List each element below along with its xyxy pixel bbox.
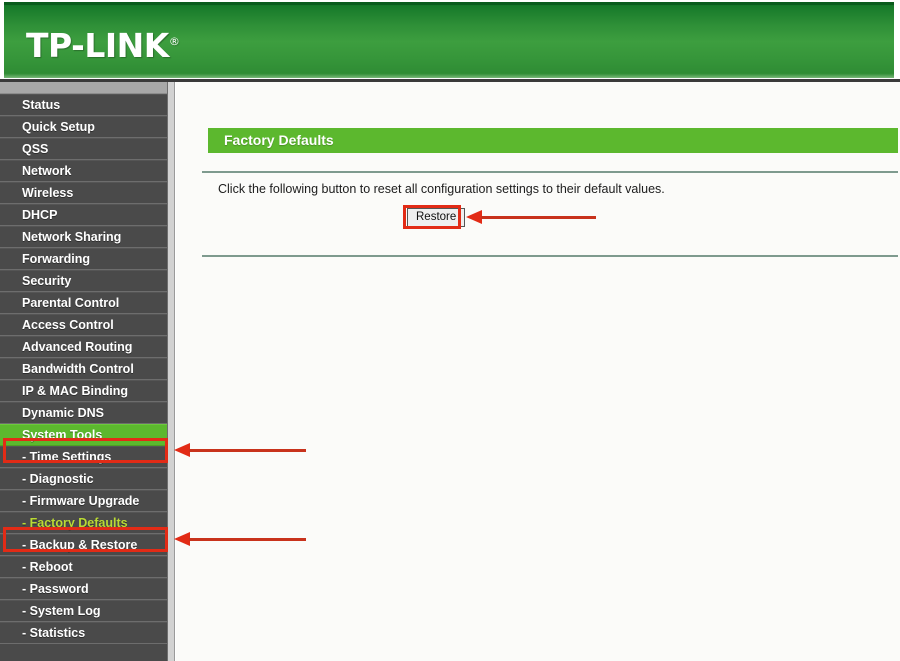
sidebar-item-dhcp[interactable]: DHCP xyxy=(0,204,167,226)
sidebar-item-bandwidth-control[interactable]: Bandwidth Control xyxy=(0,358,167,380)
sidebar-item-network-sharing[interactable]: Network Sharing xyxy=(0,226,167,248)
sidebar-item-statistics[interactable]: - Statistics xyxy=(0,622,167,644)
instruction-text: Click the following button to reset all … xyxy=(218,182,665,196)
sidebar-item-forwarding[interactable]: Forwarding xyxy=(0,248,167,270)
sidebar-item-ip-mac-binding[interactable]: IP & MAC Binding xyxy=(0,380,167,402)
sidebar-item-access-control[interactable]: Access Control xyxy=(0,314,167,336)
sidebar-item-qss[interactable]: QSS xyxy=(0,138,167,160)
sidebar-item-wireless[interactable]: Wireless xyxy=(0,182,167,204)
sidebar-item-backup-restore[interactable]: - Backup & Restore xyxy=(0,534,167,556)
page-title: Factory Defaults xyxy=(208,128,898,153)
sidebar-navigation: Status Quick Setup QSS Network Wireless DHCP N… xyxy=(0,82,168,661)
sidebar-item-quick-setup[interactable]: Quick Setup xyxy=(0,116,167,138)
divider-bottom xyxy=(202,255,898,257)
sidebar-item-password[interactable]: - Password xyxy=(0,578,167,600)
restore-button[interactable]: Restore xyxy=(407,208,466,227)
main-content: Factory Defaults Click the following but… xyxy=(176,82,900,661)
sidebar-item-time-settings[interactable]: - Time Settings xyxy=(0,446,167,468)
sidebar-item-network[interactable]: Network xyxy=(0,160,167,182)
tp-link-logo-text: TP-LINK xyxy=(26,26,169,65)
sidebar-item-dynamic-dns[interactable]: Dynamic DNS xyxy=(0,402,167,424)
divider-top xyxy=(202,171,898,173)
sidebar-right-gutter xyxy=(168,82,175,661)
sidebar-item-factory-defaults[interactable]: - Factory Defaults xyxy=(0,512,167,534)
sidebar-item-diagnostic[interactable]: - Diagnostic xyxy=(0,468,167,490)
sidebar-item-status[interactable]: Status xyxy=(0,94,167,116)
sidebar-item-system-tools[interactable]: System Tools xyxy=(0,424,167,446)
sidebar-item-firmware-upgrade[interactable]: - Firmware Upgrade xyxy=(0,490,167,512)
registered-trademark-icon: ® xyxy=(168,35,180,48)
sidebar-item-parental-control[interactable]: Parental Control xyxy=(0,292,167,314)
sidebar-top-strip xyxy=(0,82,167,94)
sidebar-item-reboot[interactable]: - Reboot xyxy=(0,556,167,578)
sidebar-item-system-log[interactable]: - System Log xyxy=(0,600,167,622)
page-header: TP-LINK® xyxy=(4,2,894,78)
router-admin-page: TP-LINK® Status Quick Setup QSS Network Wire… xyxy=(0,0,900,661)
sidebar-item-security[interactable]: Security xyxy=(0,270,167,292)
tp-link-logo: TP-LINK® xyxy=(26,26,180,65)
sidebar-item-advanced-routing[interactable]: Advanced Routing xyxy=(0,336,167,358)
